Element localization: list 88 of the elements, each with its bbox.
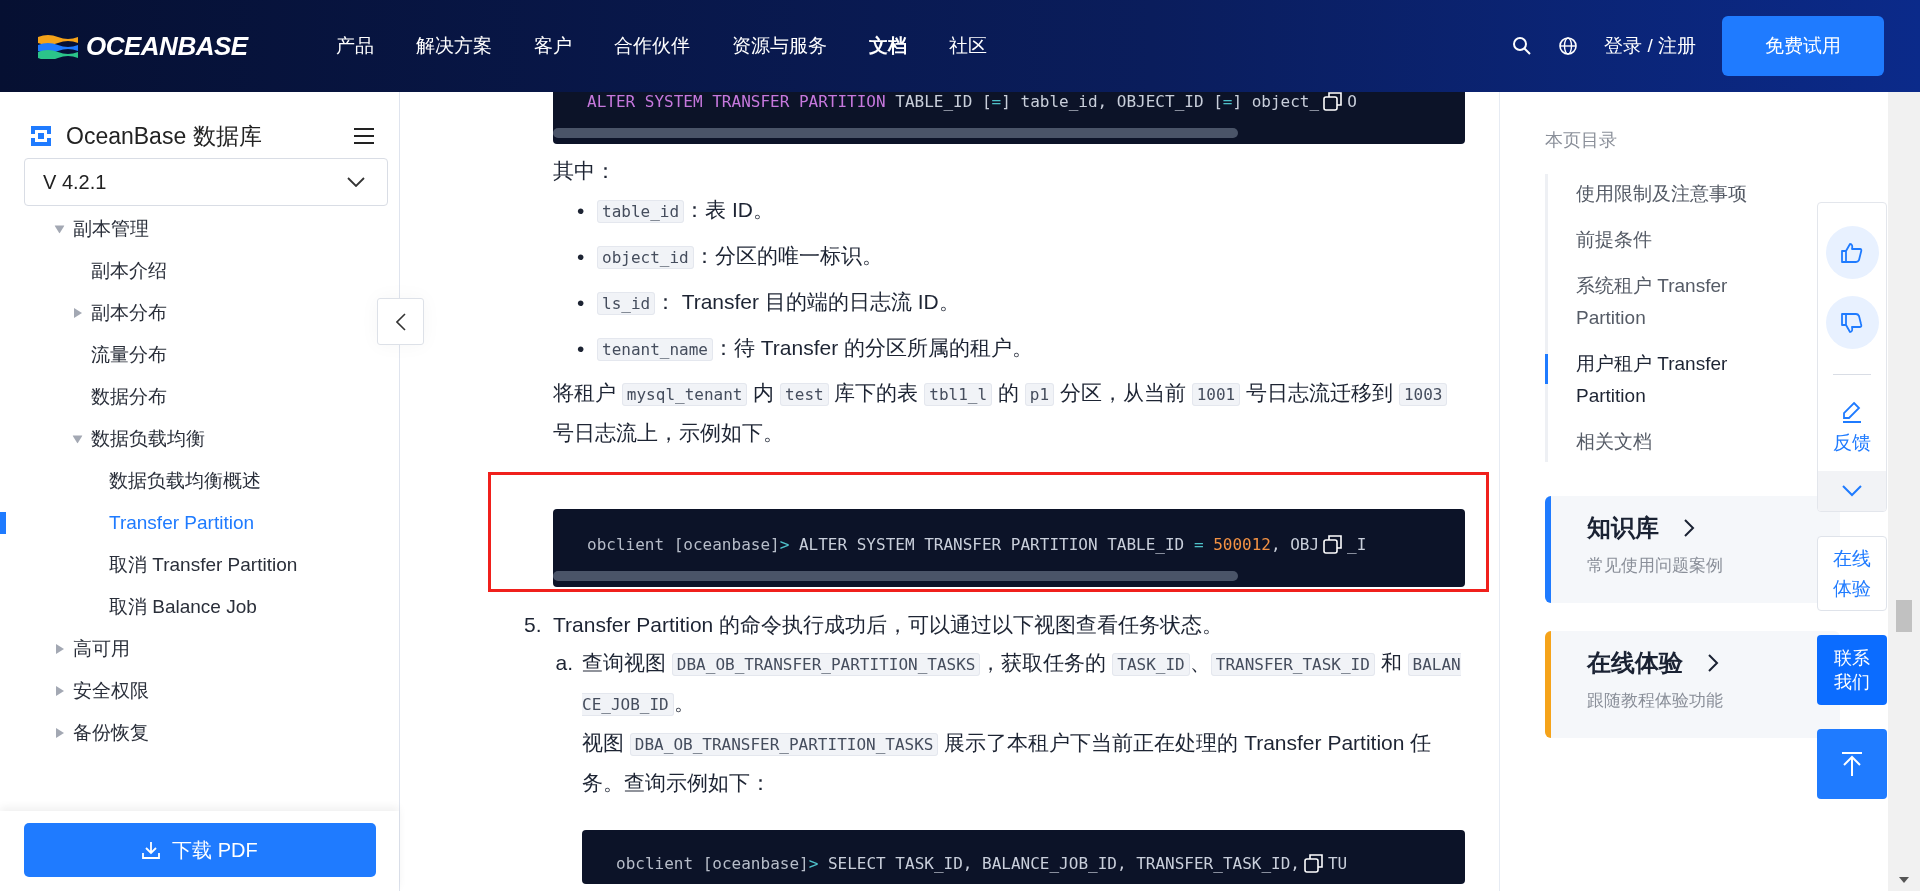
toc-link[interactable]: 系统租户 Transfer Partition — [1576, 270, 1776, 334]
list-item: ls_id ： Transfer 目的端的日志流 ID。 — [597, 289, 960, 317]
code-line: obclient [oceanbase]> ALTER SYSTEM TRANSFER PARTITION TABLE_ID = 500012, OBJ — [587, 534, 1320, 554]
list-item: object_id ：分区的唯一标识。 — [597, 243, 883, 271]
paragraph: 视图 DBA_OB_TRANSFER_PARTITION_TASKS 展示了本租户下当前正在处理的 Transfer Partition 任务。查询示例如下： — [582, 730, 1433, 796]
download-icon — [142, 841, 161, 859]
download-pdf-button[interactable]: 下载 PDF — [24, 823, 376, 877]
wave-logo-icon — [36, 33, 80, 59]
bullet-marker: • — [577, 244, 586, 270]
nav-link[interactable]: 文档 — [869, 33, 907, 59]
login-link[interactable]: 登录 / 注册 — [1604, 33, 1696, 59]
pencil-icon — [1840, 400, 1864, 424]
scroll-down-arrow-icon[interactable] — [1899, 877, 1909, 883]
code-line: _I — [1347, 534, 1367, 554]
tree-item[interactable]: 数据负载均衡 — [0, 418, 205, 460]
active-marker — [1545, 354, 1548, 384]
toc-link[interactable]: 使用限制及注意事项 — [1576, 178, 1747, 210]
cube-logo-icon — [30, 125, 52, 147]
bullet-marker: • — [577, 198, 586, 224]
toc-heading: 本页目录 — [1545, 129, 1618, 152]
nav-link[interactable]: 解决方案 — [416, 33, 492, 59]
tree-item[interactable]: 副本分布 — [0, 292, 167, 334]
free-trial-button[interactable]: 免费试用 — [1722, 16, 1884, 76]
chevron-right-icon — [1683, 518, 1695, 538]
arrow-up-icon — [1840, 751, 1864, 777]
paragraph: 将租户 mysql_tenant 内 test 库下的表 tbl1_l 的 p1 分区，从当前 1001 号日志流迁移到 1003 号日志流上，示例如下。 — [553, 374, 1465, 452]
thumbs-down-button[interactable] — [1825, 296, 1879, 349]
tree-item[interactable]: 取消 Balance Job — [0, 586, 257, 628]
card-subtitle: 常见使用问题案例 — [1587, 555, 1724, 577]
collapse-sidebar-button[interactable] — [377, 298, 424, 345]
logo-wordmark[interactable]: OCEANBASE — [86, 30, 248, 62]
scrollbar-thumb[interactable] — [553, 571, 1238, 581]
code-line: ALTER SYSTEM TRANSFER PARTITION TABLE_ID [=] table_id, OBJECT_ID [=] object_ — [587, 92, 1320, 111]
globe-icon[interactable] — [1558, 36, 1579, 56]
scrollbar-track[interactable] — [1888, 92, 1920, 891]
chevron-right-icon — [1707, 653, 1719, 673]
step-letter: a. — [554, 650, 574, 676]
copy-icon[interactable] — [1323, 92, 1344, 111]
step-number: 5. — [524, 612, 543, 638]
tree-item[interactable]: 流量分布 — [0, 334, 167, 376]
nav-link[interactable]: 客户 — [534, 33, 572, 59]
code-line: O — [1347, 92, 1357, 111]
code-line: obclient [oceanbase]> SELECT TASK_ID, BALANCE_JOB_ID, TRANSFER_TASK_ID, — [616, 853, 1300, 873]
back-to-top-button[interactable] — [1817, 729, 1887, 799]
tree-item[interactable]: 高可用 — [0, 628, 130, 670]
tree-item[interactable]: 副本介绍 — [0, 250, 167, 292]
paragraph: 查询视图 DBA_OB_TRANSFER_PARTITION_TASKS ，获取任务的 TASK_ID 、 TRANSFER_TASK_ID 和 BALANCE_JOB_ID 。 — [582, 650, 1462, 718]
thumbs-down-icon — [1840, 310, 1864, 335]
thumbs-up-icon — [1840, 240, 1864, 265]
toc-link[interactable]: 用户租户 Transfer Partition — [1576, 348, 1776, 412]
card-title: 知识库 — [1587, 513, 1659, 543]
copy-icon[interactable] — [1303, 853, 1324, 873]
tree-item[interactable]: Transfer Partition — [0, 502, 254, 544]
tree-item[interactable]: 副本管理 — [0, 208, 149, 250]
product-title: OceanBase 数据库 — [66, 121, 263, 151]
bullet-marker: • — [577, 336, 586, 362]
nav-link[interactable]: 社区 — [949, 33, 987, 59]
feedback-button[interactable]: 反馈 — [1827, 399, 1877, 457]
menu-icon[interactable] — [353, 127, 375, 145]
version-select[interactable]: V 4.2.1 — [24, 158, 388, 206]
thumbs-up-button[interactable] — [1825, 226, 1879, 279]
code-line: TU — [1327, 853, 1348, 873]
nav-link[interactable]: 产品 — [336, 33, 374, 59]
nav-link[interactable]: 资源与服务 — [732, 33, 827, 59]
tree-item[interactable]: 数据负载均衡概述 — [0, 460, 261, 502]
chevron-down-icon — [1842, 485, 1862, 497]
scrollbar-thumb[interactable] — [1896, 600, 1912, 632]
chevron-left-icon — [395, 312, 406, 331]
search-icon[interactable] — [1512, 36, 1533, 56]
contact-us-button[interactable]: 联系我们 — [1817, 635, 1887, 705]
chevron-down-icon — [347, 177, 365, 187]
scrollbar-thumb[interactable] — [553, 128, 1238, 138]
paragraph: Transfer Partition 的命令执行成功后，可以通过以下视图查看任务状态。 — [553, 612, 1224, 638]
card-subtitle: 跟随教程体验功能 — [1587, 690, 1724, 712]
bullet-marker: • — [577, 290, 586, 316]
toc-link[interactable]: 相关文档 — [1576, 426, 1652, 458]
paragraph: 其中： — [553, 158, 617, 184]
card-title: 在线体验 — [1587, 648, 1683, 678]
nav-link[interactable]: 合作伙伴 — [614, 33, 690, 59]
tree-item[interactable]: 安全权限 — [0, 670, 149, 712]
tree-item[interactable]: 数据分布 — [0, 376, 167, 418]
tree-item[interactable]: 备份恢复 — [0, 712, 149, 754]
list-item: table_id ：表 ID。 — [597, 197, 774, 225]
tree-item[interactable]: 取消 Transfer Partition — [0, 544, 298, 586]
list-item: tenant_name ：待 Transfer 的分区所属的租户。 — [597, 335, 1034, 363]
copy-icon[interactable] — [1323, 534, 1344, 554]
online-trial-button[interactable]: 在线体验 — [1817, 536, 1887, 611]
toc-link[interactable]: 前提条件 — [1576, 224, 1652, 256]
